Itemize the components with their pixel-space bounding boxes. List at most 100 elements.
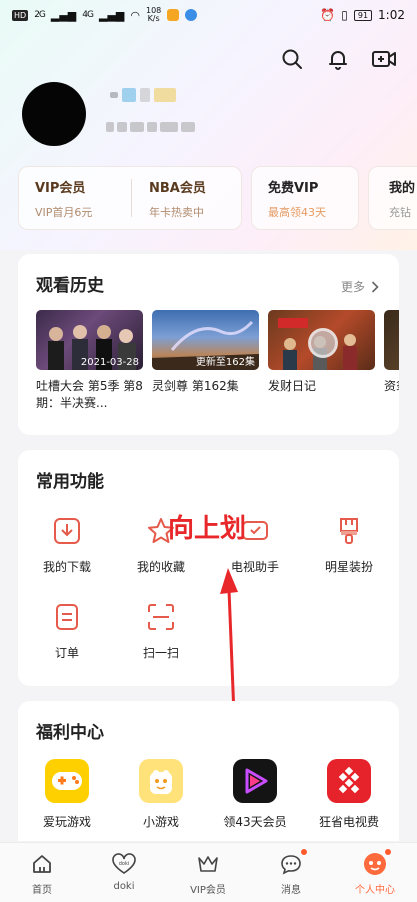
welfare-label: 小游戏 xyxy=(142,815,179,829)
free-vip-card[interactable]: 免费VIP 最高领43天 xyxy=(251,166,359,230)
home-icon xyxy=(29,851,55,877)
vip-card-vip[interactable]: VIP会员 VIP首月6元 xyxy=(35,177,92,220)
vibrate-icon: ▯ xyxy=(341,8,348,22)
nav-home[interactable]: 首页 xyxy=(7,851,77,896)
signal-bars-icon: ▂▄▆ xyxy=(50,8,77,22)
history-thumbnail xyxy=(384,310,399,370)
welfare-card: 福利中心 爱玩游戏 小游戏 领43天会员 狂省电视费 xyxy=(18,701,399,841)
play-overlay-icon xyxy=(308,328,338,358)
search-icon[interactable] xyxy=(277,44,307,74)
notification-dot xyxy=(385,849,391,855)
welfare-mini-game[interactable]: 小游戏 xyxy=(116,759,206,830)
user-id-blurred xyxy=(106,122,195,132)
signal-2g: 2G xyxy=(34,10,46,20)
history-list: 2021-03-28 吐槽大会 第5季 第8期：半决赛... 更新至162集 灵… xyxy=(36,310,399,420)
vip-strip: VIP会员 VIP首月6元 NBA会员 年卡热卖中 免费VIP 最高领43天 我… xyxy=(18,166,417,230)
welfare-game[interactable]: 爱玩游戏 xyxy=(22,759,112,830)
vip-subtitle: VIP首月6元 xyxy=(35,206,93,219)
nba-subtitle: 年卡热卖中 xyxy=(149,206,204,219)
gamepad-icon xyxy=(45,759,89,803)
time: 1:02 xyxy=(378,8,405,22)
chevron-right-icon xyxy=(371,280,379,293)
alarm-icon: ⏰ xyxy=(320,8,336,22)
history-title: 观看历史 xyxy=(36,276,104,296)
func-orders[interactable]: 订单 xyxy=(22,600,112,661)
notification-dot xyxy=(301,849,307,855)
speed-unit: K/s xyxy=(147,14,160,23)
nba-title: NBA会员 xyxy=(149,181,206,196)
brush-icon xyxy=(332,514,366,548)
nav-vip[interactable]: VIP会员 xyxy=(173,851,243,896)
signal-4g: 4G xyxy=(82,10,94,20)
history-caption: 2021-03-28 xyxy=(80,357,139,368)
doki-icon: doki xyxy=(111,851,137,877)
history-item-title: 灵剑尊 第162集 xyxy=(152,379,239,393)
vip-title: VIP会员 xyxy=(35,181,86,196)
history-thumbnail: 2021-03-28 xyxy=(36,310,143,370)
history-item[interactable]: 资翁 xyxy=(384,310,399,395)
my-wallet-title: 我的 xyxy=(389,181,416,196)
svg-text:doki: doki xyxy=(119,861,130,867)
nav-label: 首页 xyxy=(32,885,52,896)
functions-title: 常用功能 xyxy=(36,472,104,492)
nav-doki[interactable]: doki doki xyxy=(89,851,159,892)
message-icon xyxy=(278,849,307,877)
history-item[interactable]: 2021-03-28 吐槽大会 第5季 第8期：半决赛... xyxy=(36,310,143,412)
welfare-member[interactable]: 领43天会员 xyxy=(210,759,300,830)
swipe-up-annotation: 向上划 xyxy=(168,514,247,544)
func-scan[interactable]: 扫一扫 xyxy=(116,600,206,661)
history-thumbnail xyxy=(268,310,375,370)
more-label: 更多 xyxy=(340,280,365,294)
app-notification-icon xyxy=(167,9,180,21)
history-item-title: 吐槽大会 第5季 第8期：半决赛... xyxy=(36,379,143,410)
vip-member-card[interactable]: VIP会员 VIP首月6元 NBA会员 年卡热卖中 xyxy=(18,166,242,230)
history-more-link[interactable]: 更多 xyxy=(341,278,379,295)
free-vip-title: 免费VIP xyxy=(268,181,319,196)
welfare-label: 爱玩游戏 xyxy=(42,815,91,829)
nav-label: doki xyxy=(113,881,135,892)
func-label: 扫一扫 xyxy=(142,646,179,660)
func-label: 明星装扮 xyxy=(324,560,373,574)
welfare-label: 领43天会员 xyxy=(223,815,287,829)
video-add-icon[interactable] xyxy=(369,44,399,74)
history-item[interactable]: 更新至162集 灵剑尊 第162集 xyxy=(152,310,259,395)
status-bar: HD 2G ▂▄▆ 4G ▂▄▆ ◠ 108 K/s ⏰ ▯ 91 1:02 xyxy=(0,0,417,30)
history-item[interactable]: 发财日记 xyxy=(268,310,375,395)
mini-game-icon xyxy=(139,759,183,803)
download-icon xyxy=(50,514,84,548)
history-item-title: 发财日记 xyxy=(268,379,317,393)
bell-icon[interactable] xyxy=(323,44,353,74)
battery-icon: 91 xyxy=(353,9,373,21)
watch-history-card: 观看历史 更多 2021-03-28 吐槽大会 第5季 第8期：半决赛... 更… xyxy=(18,254,399,435)
crown-icon xyxy=(195,851,221,877)
functions-card: 常用功能 我的下载 我的收藏 电视助手 明星装扮 订单 扫一扫 xyxy=(18,450,399,686)
my-wallet-card[interactable]: 我的 充钻 xyxy=(368,166,417,230)
divider xyxy=(131,179,132,217)
func-label: 我的下载 xyxy=(42,560,91,574)
wifi-icon: ◠ xyxy=(130,8,140,22)
func-download[interactable]: 我的下载 xyxy=(22,514,112,575)
app-notification-icon xyxy=(185,9,198,21)
history-thumbnail: 更新至162集 xyxy=(152,310,259,370)
history-item-title: 资翁 xyxy=(384,379,399,393)
network-speed: 108 K/s xyxy=(146,7,161,23)
welfare-tv-savings[interactable]: 狂省电视费 xyxy=(304,759,394,830)
username-blurred[interactable] xyxy=(110,88,176,102)
tv-savings-icon xyxy=(327,759,371,803)
bottom-nav: 首页 doki doki VIP会员 消息 个人中心 xyxy=(0,842,417,902)
nav-messages[interactable]: 消息 xyxy=(256,849,326,896)
welfare-label: 狂省电视费 xyxy=(318,815,379,829)
func-label: 订单 xyxy=(54,646,79,660)
nav-label: 个人中心 xyxy=(355,885,395,896)
nav-label: VIP会员 xyxy=(190,885,226,896)
nav-label: 消息 xyxy=(281,885,301,896)
func-star-dressup[interactable]: 明星装扮 xyxy=(304,514,394,575)
vip-card-nba[interactable]: NBA会员 年卡热卖中 xyxy=(149,177,206,220)
nav-profile[interactable]: 个人中心 xyxy=(340,849,410,896)
signal-bars-icon: ▂▄▆ xyxy=(98,8,125,22)
avatar[interactable] xyxy=(22,82,86,146)
hd-badge: HD xyxy=(12,9,29,21)
order-icon xyxy=(50,600,84,634)
video-member-icon xyxy=(233,759,277,803)
history-caption: 更新至162集 xyxy=(195,357,255,368)
